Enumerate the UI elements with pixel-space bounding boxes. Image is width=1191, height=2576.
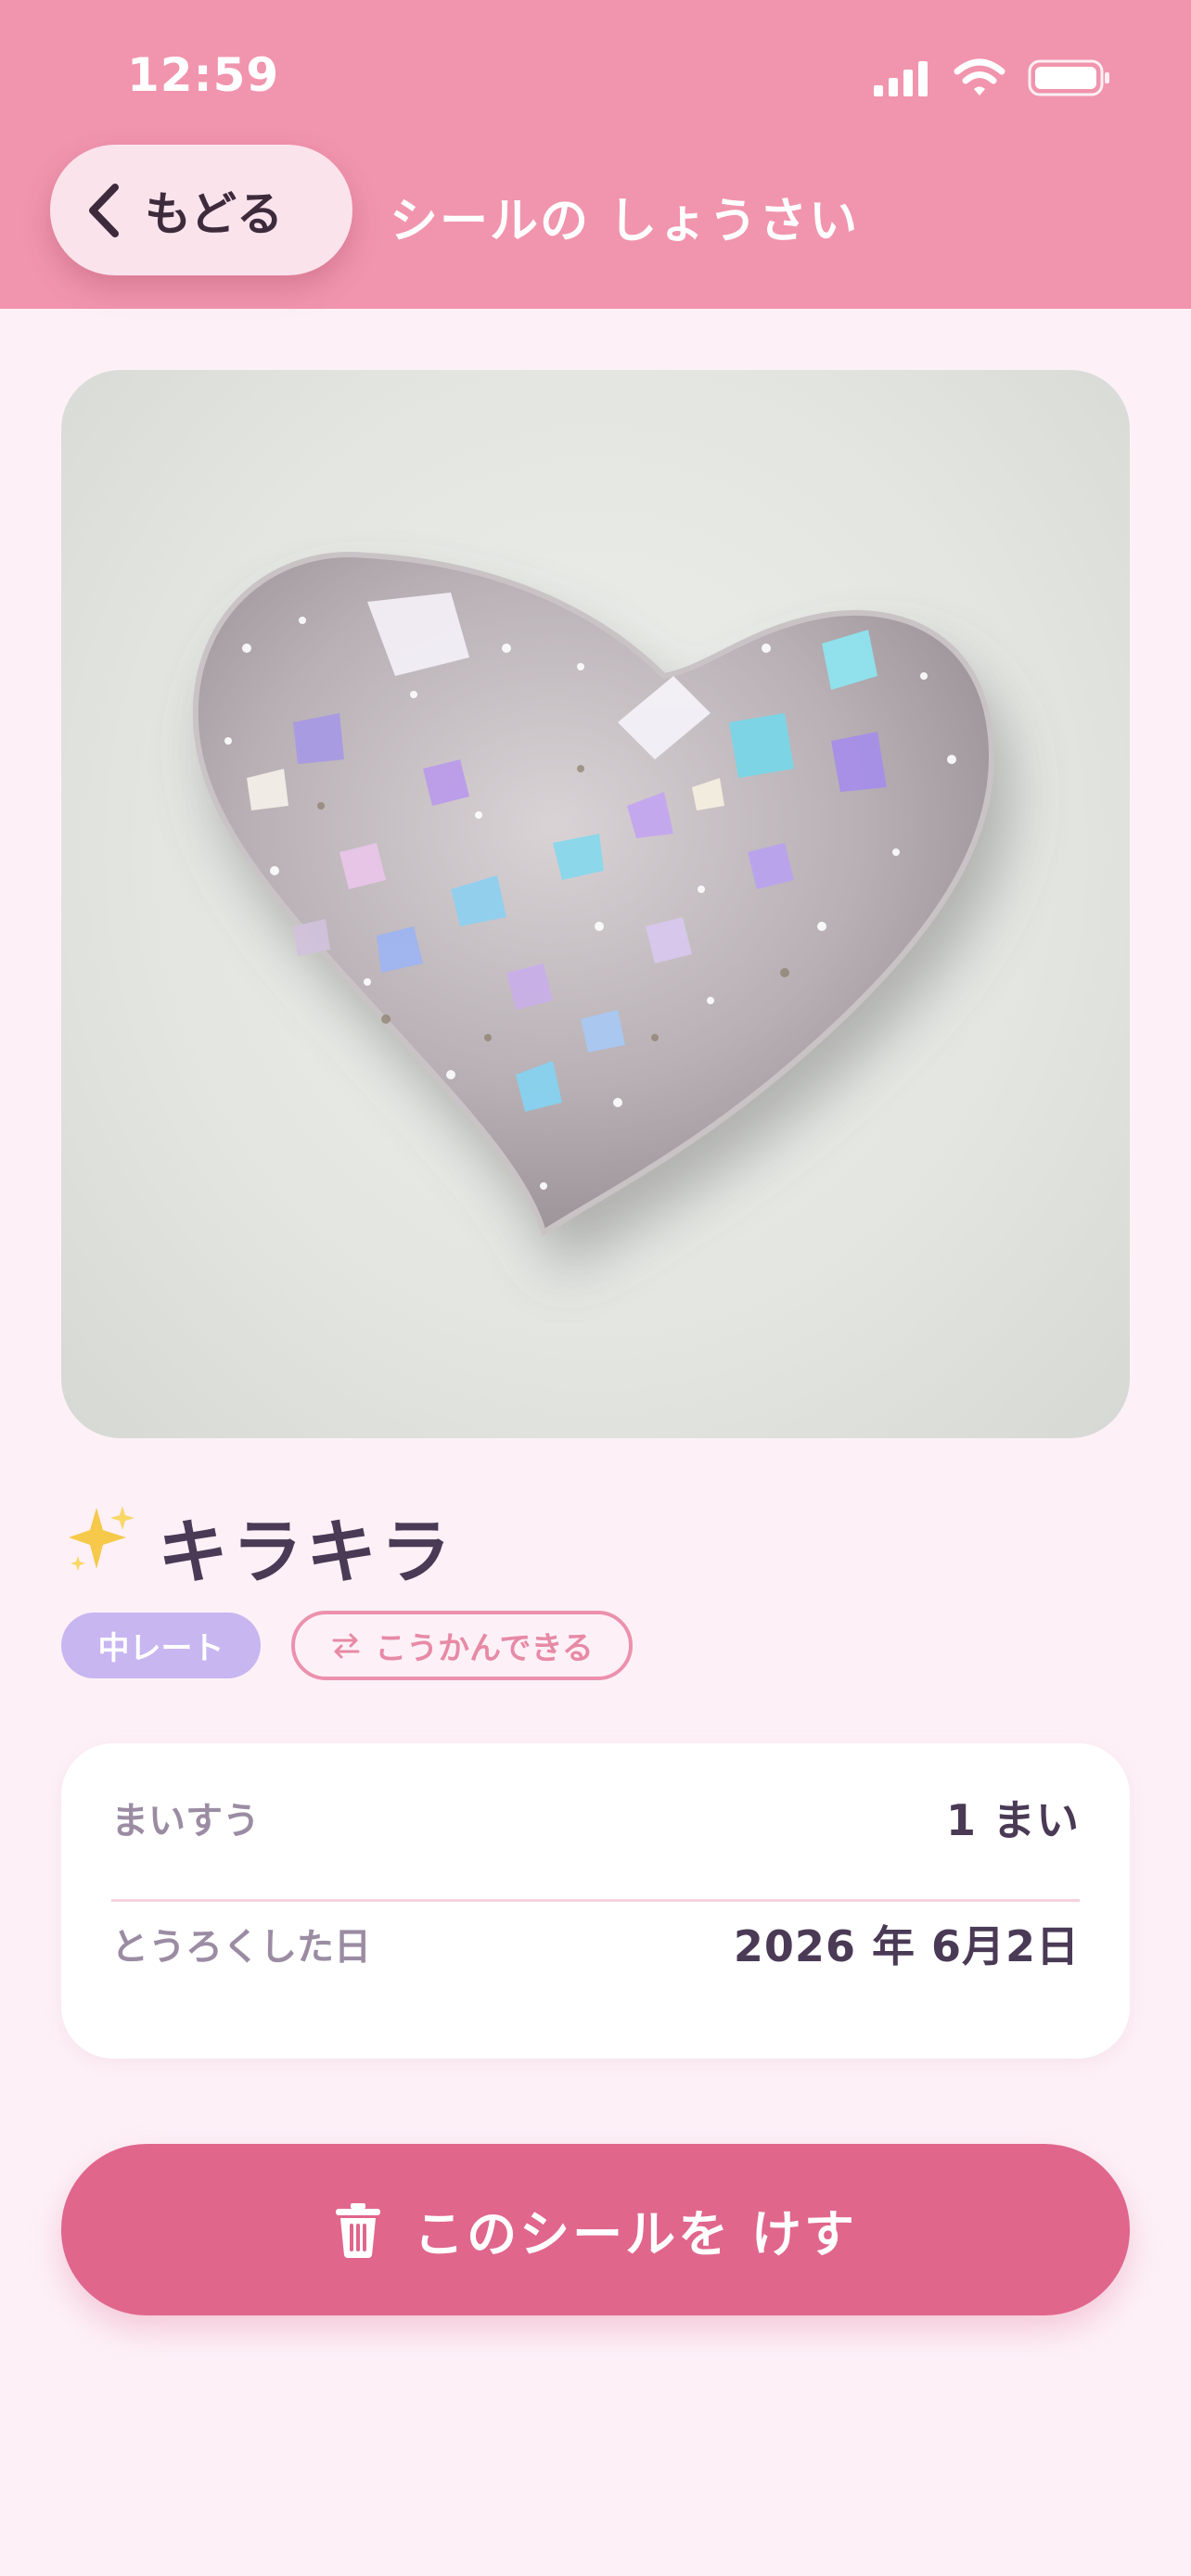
- quantity-value: 1 まい: [945, 1795, 1080, 1845]
- details-card: まいすう 1 まい とうろくした日 2026 年 6月2日: [61, 1743, 1130, 2059]
- tradable-badge: こうかんできる: [291, 1611, 633, 1680]
- wifi-icon: [954, 58, 1005, 96]
- sparkles-icon: [69, 1506, 134, 1571]
- sticker-detail-screen: 12:59 もどる シールの しょうさい キラキラ 中レート こうかんできる ま…: [0, 0, 1191, 2576]
- sticker-name: キラキラ: [158, 1511, 455, 1593]
- app-header: 12:59 もどる シールの しょうさい: [0, 0, 1191, 309]
- signal-icon: [874, 61, 928, 96]
- rarity-badge: 中レート: [61, 1613, 261, 1678]
- glitter-heart-icon: [192, 552, 995, 1237]
- chevron-left-icon: [89, 183, 119, 237]
- page-title: シールの しょうさい: [390, 194, 860, 249]
- trash-icon: [336, 2202, 381, 2258]
- swap-arrows-icon: [332, 1633, 360, 1658]
- delete-label: このシールを けす: [414, 2205, 857, 2264]
- back-button[interactable]: もどる: [50, 145, 352, 275]
- registered-date-row: とうろくした日 2026 年 6月2日: [111, 1897, 1080, 1990]
- registered-date-label: とうろくした日: [111, 1926, 371, 1969]
- back-label: もどる: [145, 186, 283, 241]
- quantity-row: まいすう 1 まい: [111, 1771, 1080, 1864]
- tradable-label: こうかんできる: [375, 1630, 594, 1667]
- delete-sticker-button[interactable]: このシールを けす: [61, 2144, 1130, 2315]
- status-time: 12:59: [127, 48, 280, 102]
- registered-date-value: 2026 年 6月2日: [733, 1921, 1080, 1971]
- sticker-image: [61, 370, 1130, 1438]
- battery-icon: [1028, 59, 1109, 96]
- quantity-label: まいすう: [111, 1800, 260, 1843]
- status-icons: [874, 57, 1111, 98]
